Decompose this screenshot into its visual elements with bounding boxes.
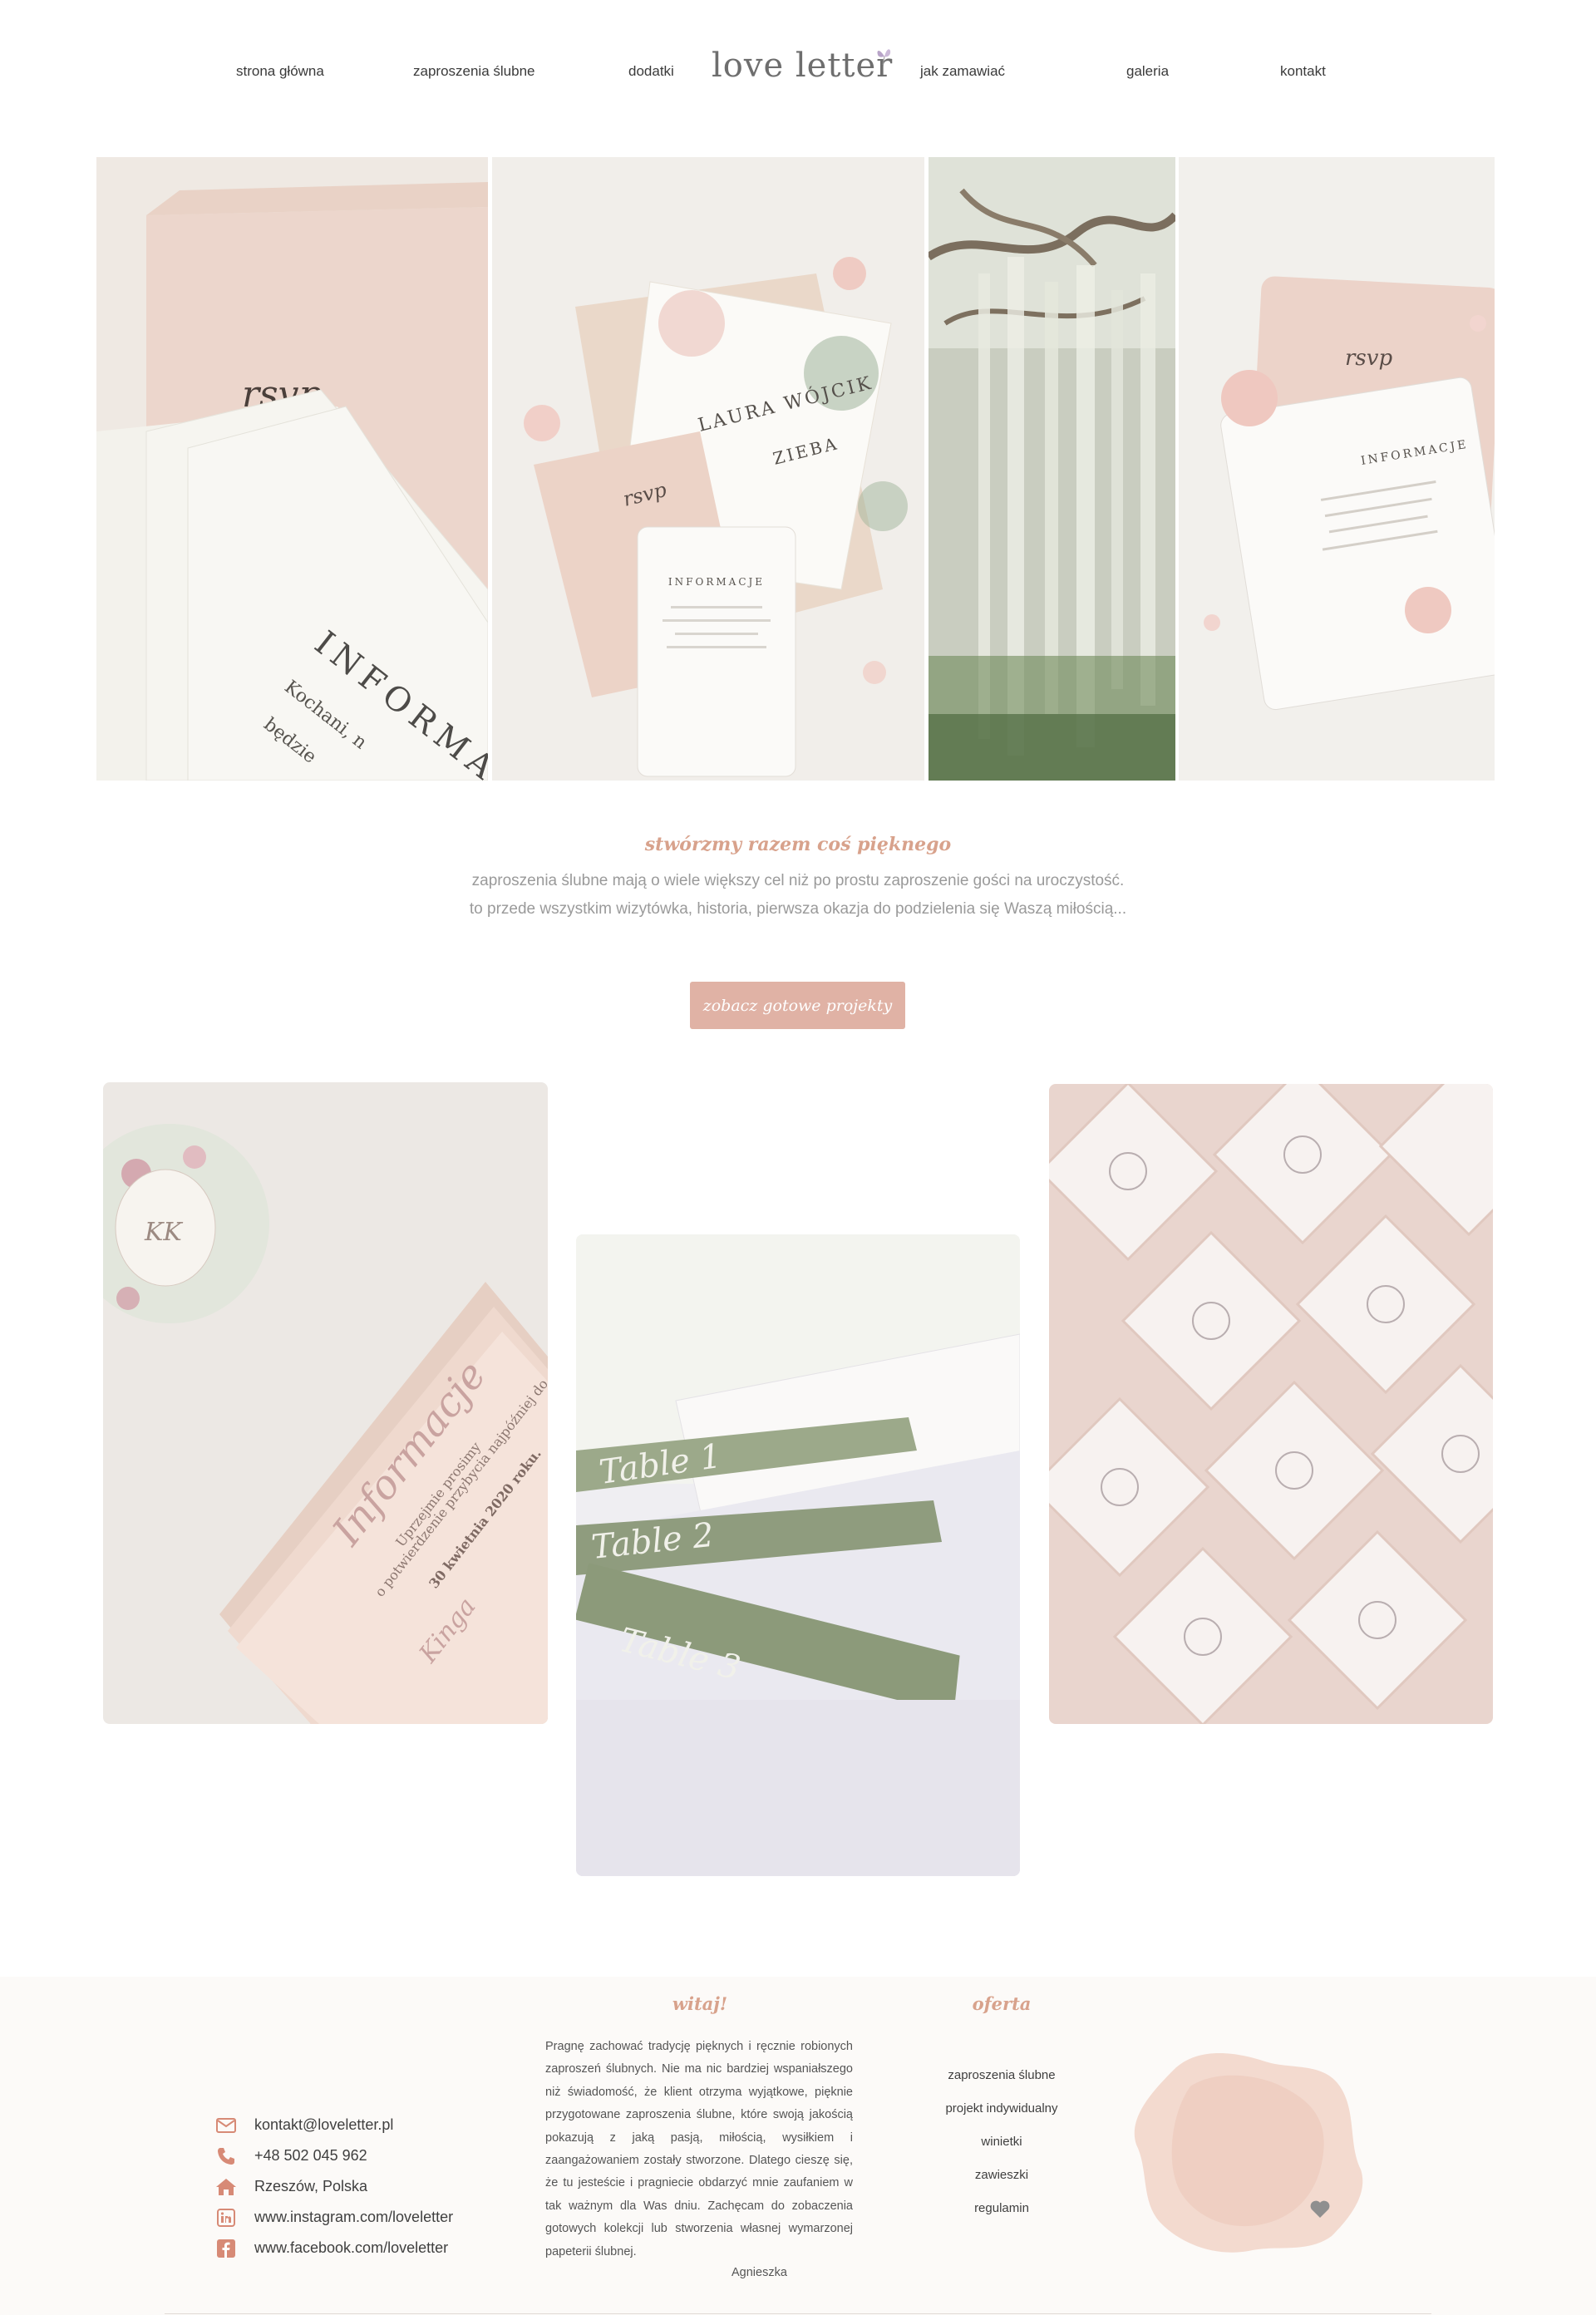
contact-email[interactable]: kontakt@loveletter.pl bbox=[214, 2110, 514, 2140]
logo-text: love letter bbox=[712, 47, 894, 85]
svg-text:rsvp: rsvp bbox=[1345, 346, 1392, 371]
offer-terms[interactable]: regulamin bbox=[914, 2192, 1089, 2225]
footer-contact: kontakt@loveletter.pl +48 502 045 962 Rz… bbox=[214, 2110, 514, 2263]
hero-photo-pink-card: rsvp INFORMACJE bbox=[1179, 157, 1495, 781]
nav-wedding-invitations[interactable]: zaproszenia ślubne bbox=[413, 63, 534, 80]
informacje-card-photo-icon: KK Informacje Uprzejmie prosimy o potwie… bbox=[103, 1082, 548, 1724]
contact-email-text: kontakt@loveletter.pl bbox=[254, 2116, 394, 2133]
table-tags-photo-icon: Table 1 Table 2 Table 3 bbox=[576, 1234, 1020, 1876]
watercolor-map-icon bbox=[1134, 2053, 1363, 2253]
gallery-card-envelopes[interactable] bbox=[1049, 1084, 1493, 1724]
nav-home[interactable]: strona główna bbox=[236, 63, 324, 80]
contact-address: Rzeszów, Polska bbox=[214, 2171, 514, 2202]
pink-card-photo-icon: rsvp INFORMACJE bbox=[1179, 157, 1495, 781]
tagline-title: stwórzmy razem coś pięknego bbox=[644, 834, 952, 855]
footer-signature: Agnieszka bbox=[732, 2266, 787, 2279]
phone-icon bbox=[214, 2145, 238, 2167]
poland-map-image bbox=[1124, 2037, 1373, 2261]
footer-divider bbox=[165, 2313, 1431, 2314]
svg-text:INFORMACJE: INFORMACJE bbox=[668, 576, 765, 588]
gallery-card-table-tags[interactable]: Table 1 Table 2 Table 3 bbox=[576, 1234, 1020, 1876]
facebook-icon bbox=[214, 2238, 238, 2259]
footer-about-heading: witaj! bbox=[672, 1993, 728, 2014]
home-icon bbox=[214, 2176, 238, 2198]
nav-extras[interactable]: dodatki bbox=[628, 63, 674, 80]
offer-place-cards[interactable]: winietki bbox=[914, 2125, 1089, 2159]
rsvp-card-photo-icon: rsvp INFORMA Kochani, n będzie bbox=[96, 157, 488, 781]
hero-photo-tree bbox=[929, 157, 1175, 781]
butterfly-icon bbox=[877, 49, 891, 66]
offer-tags[interactable]: zawieszki bbox=[914, 2159, 1089, 2192]
contact-instagram[interactable]: www.instagram.com/loveletter bbox=[214, 2202, 514, 2233]
contact-address-text: Rzeszów, Polska bbox=[254, 2178, 368, 2194]
offer-individual-project[interactable]: projekt indywidualny bbox=[914, 2092, 1089, 2125]
logo[interactable]: love letter bbox=[712, 43, 898, 93]
hero-collage: rsvp INFORMA Kochani, n będzie LAURA WÓJ… bbox=[96, 157, 1495, 781]
footer-offer-list: zaproszenia ślubne projekt indywidualny … bbox=[914, 2059, 1089, 2225]
gallery-card-informacje[interactable]: KK Informacje Uprzejmie prosimy o potwie… bbox=[103, 1082, 548, 1724]
tagline-line-2: to przede wszystkim wizytówka, historia,… bbox=[469, 900, 1127, 918]
tagline-line-1: zaproszenia ślubne mają o wiele większy … bbox=[471, 872, 1125, 889]
tree-moss-photo-icon bbox=[929, 157, 1175, 781]
footer-offer-heading: oferta bbox=[972, 1993, 1032, 2014]
nav-contact[interactable]: kontakt bbox=[1280, 63, 1326, 80]
offer-wedding-invitations[interactable]: zaproszenia ślubne bbox=[914, 2059, 1089, 2092]
contact-instagram-text: www.instagram.com/loveletter bbox=[254, 2209, 454, 2225]
mail-icon bbox=[214, 2115, 238, 2136]
envelopes-photo-icon bbox=[1049, 1084, 1493, 1724]
hero-photo-rsvp: rsvp INFORMA Kochani, n będzie bbox=[96, 157, 488, 781]
contact-phone-text: +48 502 045 962 bbox=[254, 2147, 367, 2164]
nav-how-to-order[interactable]: jak zamawiać bbox=[920, 63, 1005, 80]
invitation-set-photo-icon: LAURA WÓJCIK ZIEBA rsvp INFORMACJE bbox=[492, 157, 924, 781]
nav-gallery[interactable]: galeria bbox=[1126, 63, 1169, 80]
footer-about-text: Pragnę zachować tradycję pięknych i ręcz… bbox=[545, 2040, 853, 2258]
hero-photo-invitation-set: LAURA WÓJCIK ZIEBA rsvp INFORMACJE bbox=[492, 157, 924, 781]
linkedin-icon bbox=[214, 2207, 238, 2229]
contact-facebook-text: www.facebook.com/loveletter bbox=[254, 2239, 449, 2256]
svg-text:KK: KK bbox=[144, 1218, 183, 1247]
contact-facebook[interactable]: www.facebook.com/loveletter bbox=[214, 2233, 514, 2263]
see-projects-button[interactable]: zobacz gotowe projekty bbox=[690, 982, 905, 1029]
contact-phone[interactable]: +48 502 045 962 bbox=[214, 2140, 514, 2171]
main-nav: strona główna zaproszenia ślubne dodatki… bbox=[0, 0, 1596, 141]
